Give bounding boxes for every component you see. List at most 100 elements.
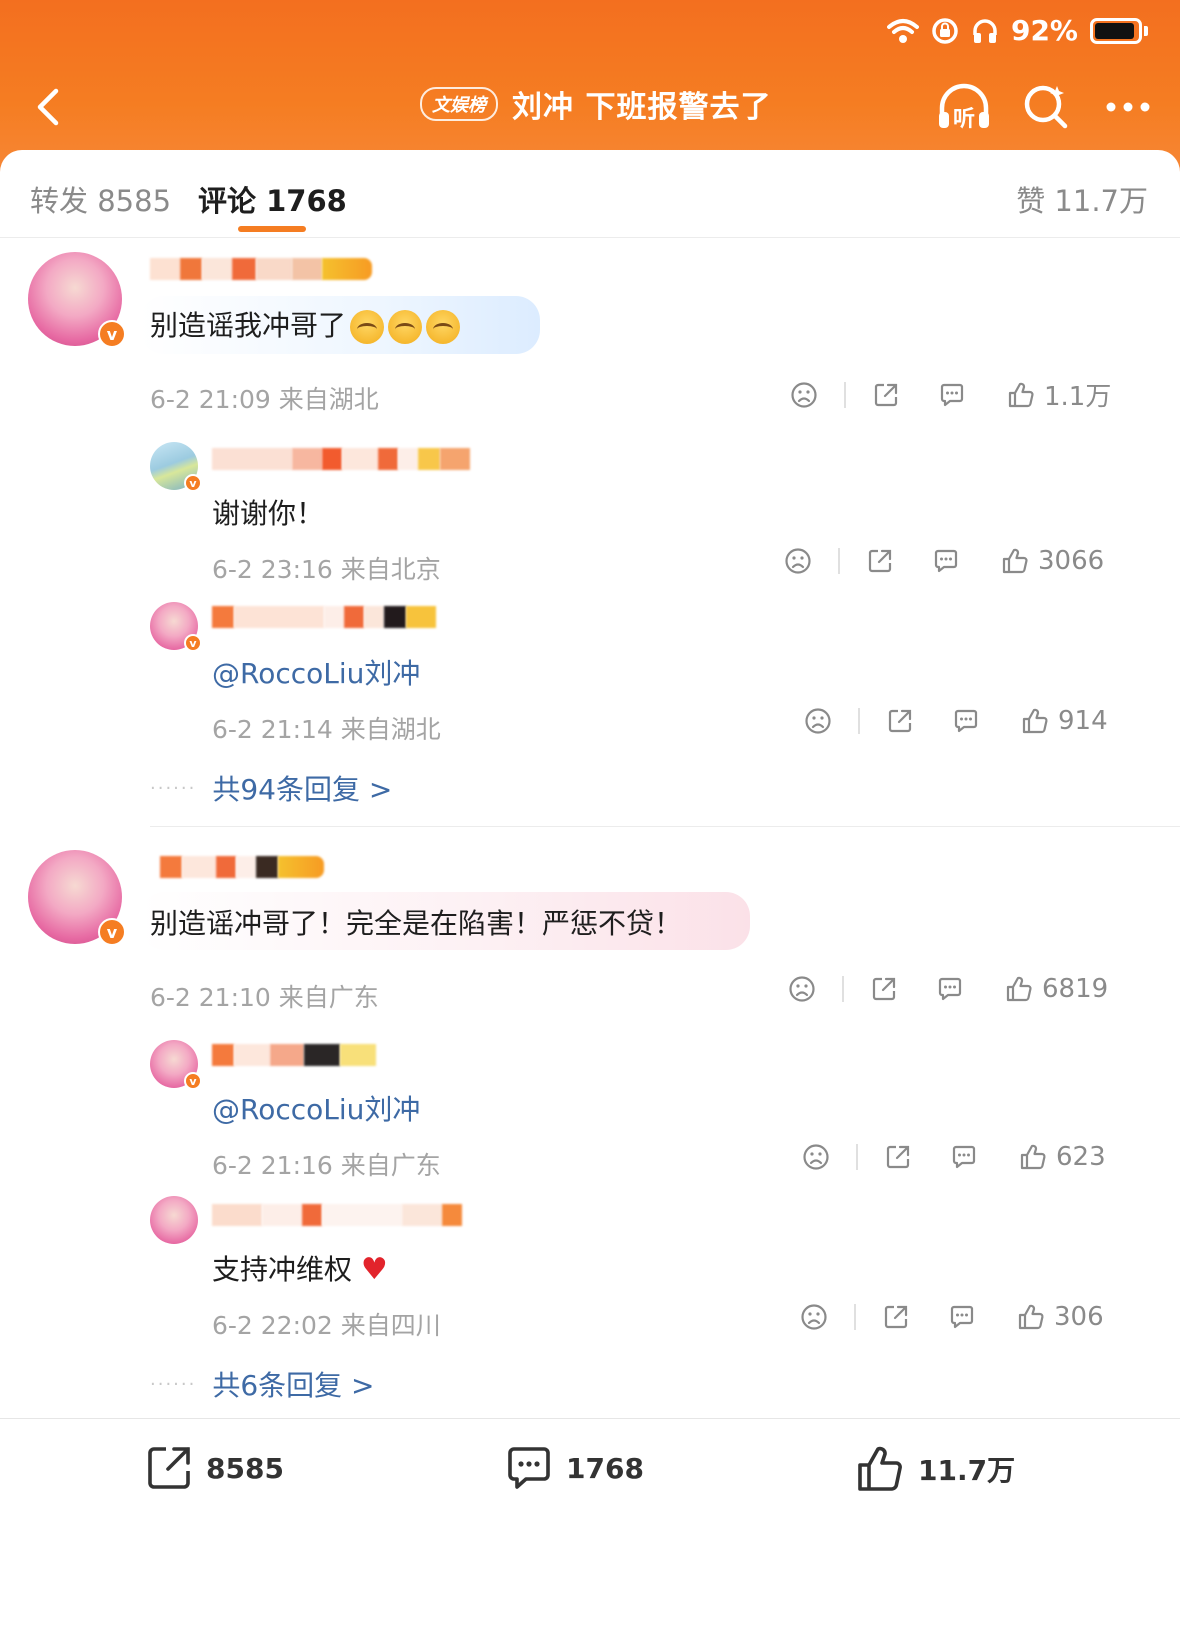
username-redacted[interactable] xyxy=(212,602,436,632)
dislike-button[interactable] xyxy=(784,975,820,1003)
comment-meta: 6-2 21:10 来自广东 xyxy=(150,983,379,1012)
dislike-button[interactable] xyxy=(796,1303,832,1331)
like-count: 623 xyxy=(1056,1142,1106,1172)
reply-text: @RoccoLiu刘冲 xyxy=(212,1093,421,1126)
sad-face-icon xyxy=(785,548,811,574)
reply-actions: 914 xyxy=(800,706,1108,736)
tab-reposts[interactable]: 转发 8585 xyxy=(30,178,171,220)
comment-button[interactable]: 1768 xyxy=(504,1443,644,1493)
reply-avatar[interactable]: v xyxy=(150,442,202,492)
username-redacted[interactable] xyxy=(212,444,470,474)
like-post-button[interactable]: 11.7万 xyxy=(854,1443,1015,1495)
crying-emoji-icon xyxy=(350,310,385,344)
reply-button[interactable] xyxy=(934,381,970,409)
reply-avatar[interactable]: v xyxy=(150,1040,202,1090)
rotation-lock-icon xyxy=(932,17,958,44)
like-button[interactable]: 914 xyxy=(1020,706,1108,736)
chevron-left-icon xyxy=(37,88,59,126)
thread-dots: ······ xyxy=(150,777,197,799)
like-count: 1.1万 xyxy=(1044,382,1112,412)
headphones-listen-icon: 听 xyxy=(939,83,989,132)
comment-actions: 1.1万 xyxy=(786,376,1111,413)
avatar[interactable]: v xyxy=(28,252,126,348)
dislike-button[interactable] xyxy=(800,707,836,735)
comment-text: 别造谣我冲哥了 xyxy=(150,304,461,344)
wifi-icon xyxy=(886,18,919,43)
like-button[interactable]: 623 xyxy=(1018,1142,1106,1172)
view-more-replies-link[interactable]: ······ 共94条回复 > xyxy=(150,768,392,808)
comment-icon xyxy=(952,1145,976,1169)
topic-title: 刘冲 下班报警去了 xyxy=(512,90,772,125)
headphones-icon xyxy=(973,18,997,43)
share-icon xyxy=(888,709,912,733)
share-button[interactable] xyxy=(866,975,902,1003)
comment-icon xyxy=(940,383,964,406)
share-button[interactable] xyxy=(880,1143,916,1171)
mention-link[interactable]: @RoccoLiu xyxy=(212,657,364,690)
share-button[interactable] xyxy=(878,1303,914,1331)
tab-comments[interactable]: 评论 1768 xyxy=(198,178,347,220)
thumbs-up-icon xyxy=(1018,1304,1044,1330)
sad-face-icon xyxy=(789,976,815,1002)
like-button[interactable]: 6819 xyxy=(1004,974,1108,1004)
reply-button[interactable] xyxy=(946,1143,982,1171)
listen-button[interactable]: 听 xyxy=(934,78,994,136)
back-button[interactable] xyxy=(20,80,74,134)
avatar[interactable]: v xyxy=(28,850,126,946)
share-button[interactable] xyxy=(862,547,898,575)
username-redacted[interactable] xyxy=(160,852,324,882)
share-button[interactable] xyxy=(868,381,904,409)
thread-dots: ······ xyxy=(150,1373,197,1395)
thumbs-up-icon xyxy=(1006,976,1032,1002)
reply-meta: 6-2 22:02 来自四川 xyxy=(212,1311,441,1340)
thumbs-up-icon xyxy=(1002,548,1028,574)
search-icon xyxy=(1024,85,1068,129)
like-button[interactable]: 306 xyxy=(1016,1302,1104,1332)
thumbs-up-icon xyxy=(858,1446,902,1491)
battery-percent: 92% xyxy=(1010,14,1078,47)
like-count: 6819 xyxy=(1042,974,1109,1004)
bottom-action-bar: 8585 1768 11.7万 xyxy=(0,1418,1180,1640)
reply-avatar[interactable]: v xyxy=(150,602,202,652)
username-redacted[interactable] xyxy=(150,254,372,284)
dislike-button[interactable] xyxy=(786,381,822,409)
tab-bar: 转发 8585 评论 1768 赞 11.7万 xyxy=(0,150,1180,238)
sad-face-icon xyxy=(801,1304,827,1330)
repost-button[interactable]: 8585 xyxy=(144,1443,284,1493)
comment-icon xyxy=(954,709,978,733)
dislike-button[interactable] xyxy=(780,547,816,575)
more-button[interactable] xyxy=(1098,78,1158,136)
reply-actions: 306 xyxy=(796,1302,1104,1332)
crying-emoji-icon xyxy=(388,310,423,344)
comment-icon xyxy=(934,549,958,573)
comment-actions: 6819 xyxy=(784,974,1108,1004)
crying-emoji-icon xyxy=(426,310,461,344)
reply-button[interactable] xyxy=(928,547,964,575)
reply-button[interactable] xyxy=(948,707,984,735)
reply-meta: 6-2 21:16 来自广东 xyxy=(212,1151,441,1180)
thumbs-up-icon xyxy=(1022,708,1048,734)
comment-text: 别造谣冲哥了！完全是在陷害！严惩不贷！ xyxy=(150,907,683,940)
svg-text:听: 听 xyxy=(953,107,975,132)
tab-likes[interactable]: 赞 11.7万 xyxy=(1016,178,1148,220)
topic-header[interactable]: 文娱榜 刘冲 下班报警去了 xyxy=(420,82,771,126)
reply-button[interactable] xyxy=(944,1303,980,1331)
comments-sheet: 转发 8585 评论 1768 赞 11.7万 v 别造谣我冲哥了 6-2 21… xyxy=(0,150,1180,1640)
dislike-button[interactable] xyxy=(798,1143,834,1171)
thumbs-up-icon xyxy=(1008,382,1034,407)
reply-text: 谢谢你！ xyxy=(212,497,325,530)
reply-button[interactable] xyxy=(932,975,968,1003)
view-more-replies-link[interactable]: ······ 共6条回复 > xyxy=(150,1364,375,1404)
like-button[interactable]: 3066 xyxy=(1000,546,1104,576)
share-button[interactable] xyxy=(882,707,918,735)
comment-meta: 6-2 21:09 来自湖北 xyxy=(150,385,379,414)
mention-link[interactable]: @RoccoLiu xyxy=(212,1093,364,1126)
reply-avatar[interactable] xyxy=(150,1196,198,1244)
username-redacted[interactable] xyxy=(212,1040,376,1070)
username-redacted[interactable] xyxy=(212,1200,462,1230)
like-button[interactable]: 1.1万 xyxy=(1006,376,1111,413)
share-icon xyxy=(874,383,898,406)
search-button[interactable] xyxy=(1016,78,1076,136)
share-icon xyxy=(884,1305,908,1329)
verified-badge-icon: v xyxy=(98,918,126,946)
